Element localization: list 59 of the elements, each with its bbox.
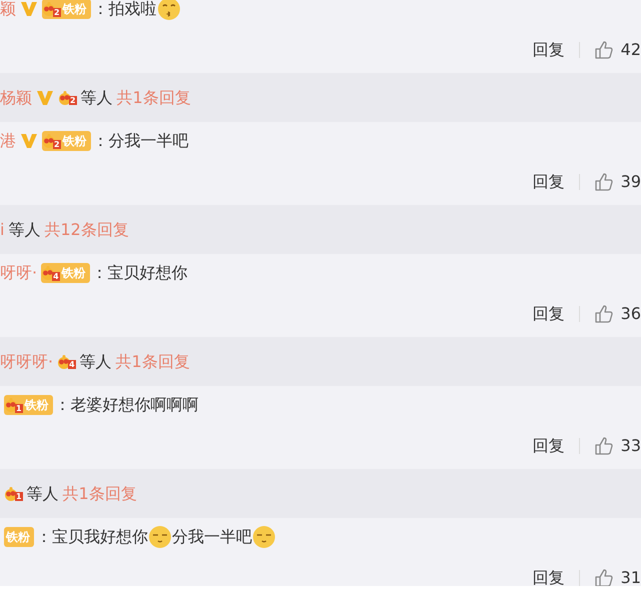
reply-summary-bar[interactable]: 呀呀呀· 4 等人 共1条回复 [0,337,641,386]
badge-label: 铁粉 [6,531,30,543]
colon: ： [92,262,108,284]
thumbs-up-icon[interactable] [594,40,614,60]
user-name[interactable]: 呀呀呀· [0,350,54,374]
like-count: 33 [620,435,641,457]
others-label: 等人 [8,218,40,240]
reply-count-link[interactable]: 共1条回复 [62,482,137,506]
level-number: 2 [69,96,77,105]
like-count: 39 [620,171,641,193]
user-name[interactable]: i [0,218,4,242]
reply-button[interactable]: 回复 [532,434,565,458]
level-number: 1 [15,492,23,501]
others-label: 等人 [80,86,113,108]
comment-text: 老婆好想你啊啊啊 [70,394,199,416]
thumbs-up-icon[interactable] [594,172,614,192]
emoji-icon [148,525,172,549]
comment-text: 宝贝好想你 [108,262,188,284]
thumbs-up-icon[interactable] [594,436,614,456]
reply-count-link[interactable]: 共12条回复 [44,218,129,242]
reply-button[interactable]: 回复 [532,302,565,326]
like-count: 31 [620,567,641,586]
colon: ： [92,0,109,20]
badge-label: 铁粉 [24,399,49,411]
colon: ： [92,130,109,152]
user-name[interactable]: 呀呀· [0,261,38,285]
others-label: 等人 [26,482,59,504]
thumbs-up-icon[interactable] [594,568,614,586]
like-count: 42 [620,39,641,61]
reply-count-link[interactable]: 共1条回复 [116,86,191,110]
others-label: 等人 [80,350,112,372]
colon: ： [54,394,71,416]
badge-label: 铁粉 [62,3,87,15]
emoji-icon [156,0,181,21]
level-number: 2 [53,8,61,16]
user-name[interactable]: 杨颖 [0,86,32,110]
like-count: 36 [620,303,641,325]
badge-label: 铁粉 [62,267,86,279]
colon: ： [36,526,52,548]
emoji-icon [252,525,276,549]
reply-button[interactable]: 回复 [532,170,565,194]
comment-text: 分我一半吧 [172,526,252,548]
thumbs-up-icon[interactable] [594,304,614,324]
reply-button[interactable]: 回复 [532,38,565,62]
reply-summary-bar[interactable]: 1 等人 共1条回复 [0,469,641,518]
level-number: 2 [53,140,61,148]
badge-label: 铁粉 [62,135,87,147]
reply-button[interactable]: 回复 [532,566,565,586]
level-number: 1 [15,404,23,412]
reply-summary-bar[interactable]: 杨颖 2 等人 共1条回复 [0,73,641,122]
comment-text: 拍戏啦 [108,0,157,20]
user-name[interactable]: 港 [0,129,16,153]
reply-summary-bar[interactable]: i 等人 共12条回复 [0,205,641,254]
reply-count-link[interactable]: 共1条回复 [116,350,190,374]
level-number: 4 [52,272,60,280]
user-name[interactable]: 颖 [0,0,16,21]
comment-text: 宝贝我好想你 [52,526,148,548]
comment-text: 分我一半吧 [108,130,189,152]
level-number: 4 [68,360,76,369]
